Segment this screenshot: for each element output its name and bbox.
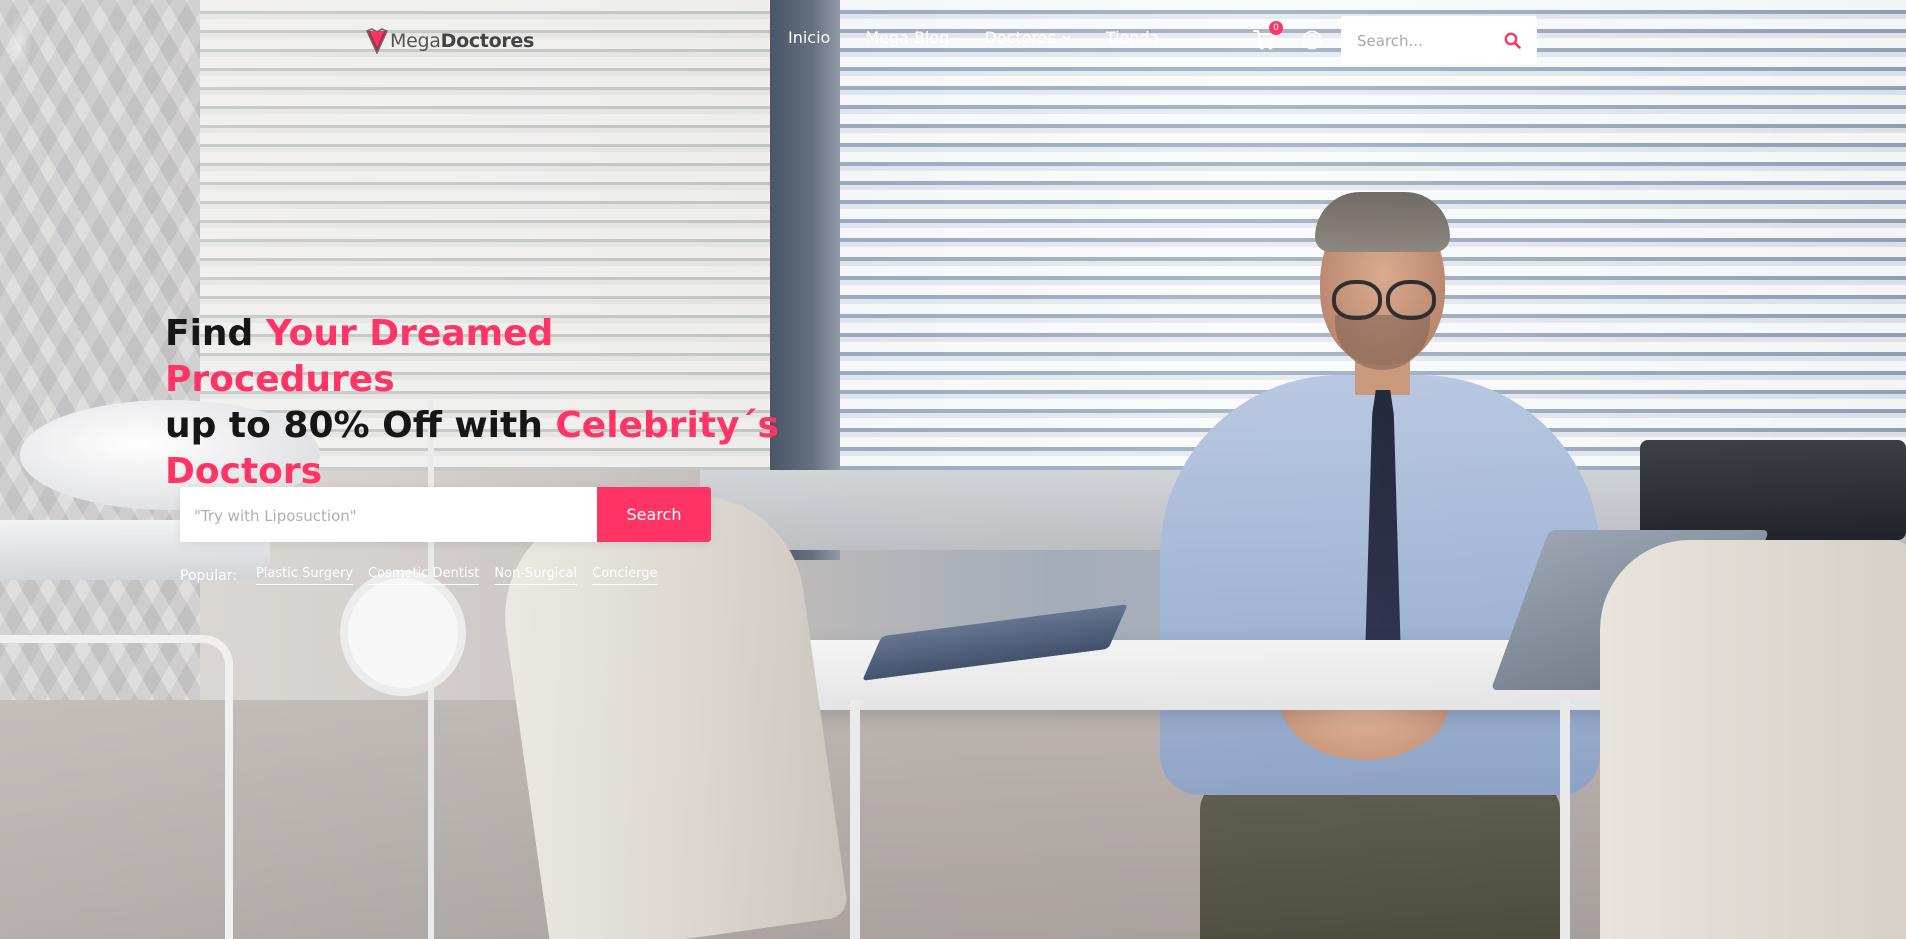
nav-item-doctores[interactable]: Doctores [984, 28, 1071, 47]
logo-gem-icon [366, 28, 388, 54]
search-button[interactable]: Search [597, 487, 711, 542]
popular-tag-non-surgical[interactable]: Non-Surgical [494, 566, 578, 585]
popular-tag-concierge[interactable]: Concierge [592, 566, 658, 585]
popular-searches: Popular: Plastic Surgery Cosmetic Dentis… [180, 566, 673, 585]
nav-item-inicio[interactable]: Inicio [788, 28, 830, 47]
main-nav: Inicio Mega Blog Doctores Tienda [788, 28, 1194, 47]
logo-text-bold: Doctores [440, 30, 535, 52]
popular-label: Popular: [180, 567, 237, 584]
nav-item-doctores-label: Doctores [984, 28, 1056, 47]
site-logo[interactable]: MegaDoctores [366, 26, 534, 56]
headline-part-1: Find [165, 313, 266, 354]
cart-count-badge: 0 [1269, 21, 1283, 35]
header-search-input[interactable] [1355, 16, 1499, 66]
popular-tag-cosmetic-dentist[interactable]: Cosmetic Dentist [368, 566, 480, 585]
hero-headline: Find Your Dreamed Procedures up to 80% Of… [165, 311, 785, 495]
search-icon[interactable] [1504, 32, 1521, 49]
chevron-down-icon [1062, 34, 1071, 41]
user-circle-icon[interactable] [1302, 30, 1322, 50]
logo-text: MegaDoctores [390, 30, 534, 52]
nav-item-mega-blog[interactable]: Mega Blog [865, 28, 949, 47]
procedure-search-input[interactable] [192, 487, 596, 542]
logo-text-light: Mega [390, 30, 441, 52]
popular-tag-plastic-surgery[interactable]: Plastic Surgery [255, 566, 354, 585]
procedure-search: Search [180, 487, 711, 542]
headline-part-2: up to 80% Off with [165, 405, 556, 446]
header-search [1341, 16, 1537, 66]
nav-item-tienda[interactable]: Tienda [1106, 28, 1160, 47]
